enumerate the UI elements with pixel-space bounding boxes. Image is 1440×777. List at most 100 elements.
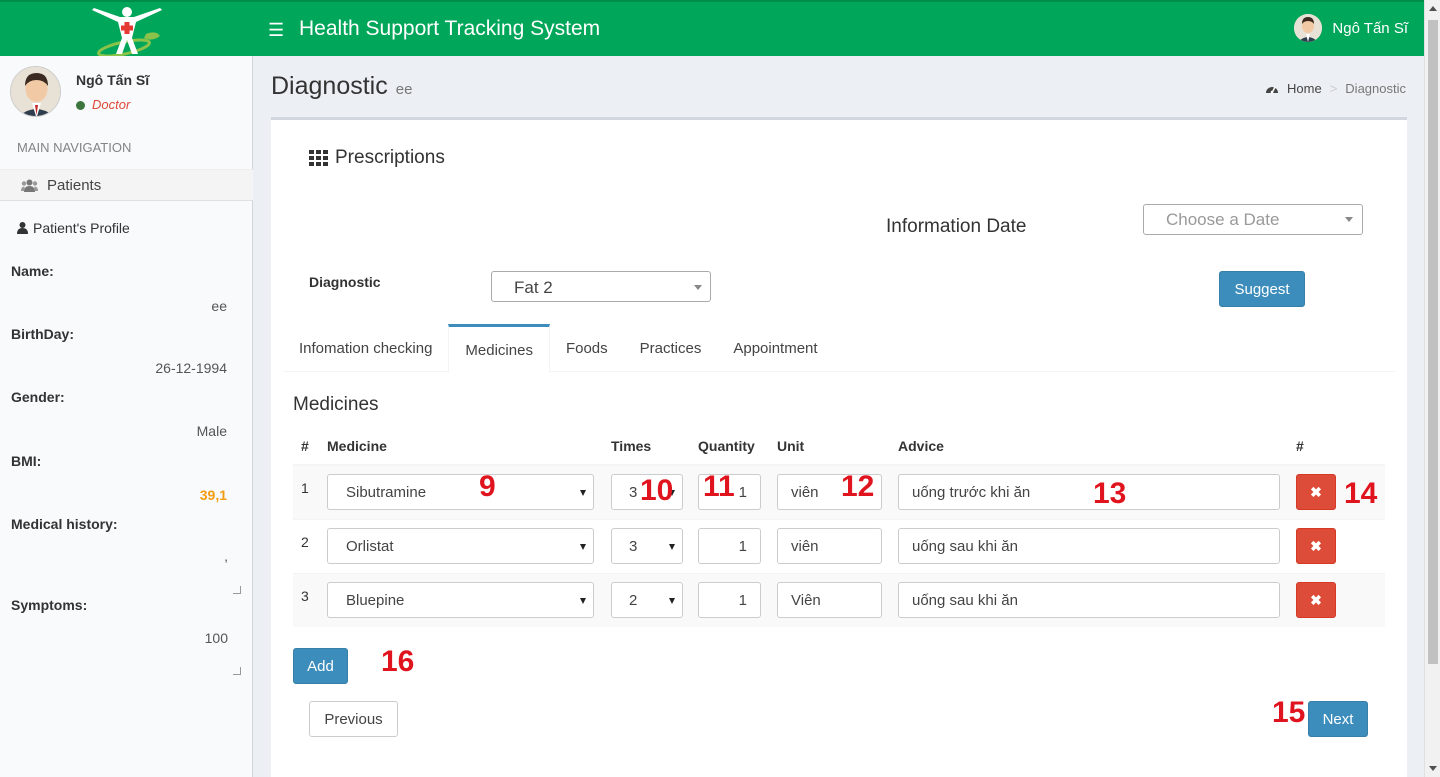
sidebar-item-label: Patients — [47, 176, 102, 194]
breadcrumb-separator: > — [1329, 81, 1338, 96]
add-medicine-button[interactable]: Add — [293, 648, 348, 684]
scroll-down-icon[interactable] — [1429, 766, 1437, 771]
page-scrollbar[interactable] — [1424, 0, 1440, 777]
medical-history-field[interactable]: , — [11, 548, 242, 588]
advice-field[interactable]: uống sau khi ăn — [898, 582, 1280, 619]
chevron-down-icon — [669, 544, 675, 550]
advice-value: uống trước khi ăn — [912, 483, 1031, 501]
section-title: Medicines — [293, 394, 379, 415]
chevron-down-icon — [580, 490, 586, 497]
annotation-marker: 13 — [1093, 477, 1127, 510]
name-value: ee — [211, 298, 227, 314]
delete-row-button[interactable]: ✖ — [1296, 474, 1336, 511]
gender-label: Gender: — [11, 389, 65, 405]
column-header-quantity: Quantity — [690, 428, 769, 466]
column-header-actions: # — [1288, 428, 1385, 466]
delete-row-button[interactable]: ✖ — [1296, 582, 1336, 619]
row-number: 1 — [293, 464, 319, 519]
quantity-field[interactable]: 1 — [698, 528, 761, 564]
unit-field[interactable]: Viên — [777, 582, 882, 619]
row-number: 3 — [293, 572, 319, 627]
quantity-field[interactable]: 1 — [698, 582, 761, 619]
suggest-button[interactable]: Suggest — [1219, 271, 1305, 307]
bmi-label: BMI: — [11, 453, 42, 469]
sidebar-user-name: Ngô Tấn Sĩ — [76, 72, 150, 88]
dashboard-icon — [1266, 86, 1279, 94]
table-header-row: # Medicine Times Quantity Unit Advice # — [293, 428, 1385, 466]
chevron-down-icon — [694, 285, 702, 290]
menu-toggle-icon[interactable]: ☰ — [268, 20, 284, 41]
page-title: Diagnostic ee — [271, 72, 412, 101]
sidebar-item-patients[interactable]: Patients — [0, 169, 253, 201]
scroll-thumb[interactable] — [1428, 20, 1438, 664]
unit-field[interactable]: viên — [777, 528, 882, 564]
user-role: Doctor — [76, 97, 130, 112]
times-select[interactable]: 2 — [611, 582, 683, 619]
gender-value: Male — [196, 423, 227, 439]
delete-row-button[interactable]: ✖ — [1296, 528, 1336, 564]
times-value: 3 — [629, 483, 638, 501]
table-row: 2 Orlistat 3 1 viên uống sau khi ăn ✖ — [293, 518, 1385, 573]
birthday-label: BirthDay: — [11, 326, 75, 342]
scroll-up-icon[interactable] — [1429, 6, 1437, 11]
advice-value: uống sau khi ăn — [912, 537, 1018, 555]
symptoms-label: Symptoms: — [11, 597, 88, 613]
times-value: 2 — [629, 591, 638, 609]
previous-button[interactable]: Previous — [309, 701, 398, 737]
close-icon: ✖ — [1310, 591, 1322, 608]
tab-foods[interactable]: Foods — [550, 324, 624, 372]
users-icon — [21, 179, 38, 192]
row-number: 2 — [293, 518, 319, 573]
quantity-value: 1 — [738, 591, 747, 609]
app-title: Health Support Tracking System — [299, 17, 601, 40]
health-logo-icon — [91, 7, 162, 56]
user-panel: Ngô Tấn Sĩ Doctor — [10, 66, 240, 121]
medicine-value: Orlistat — [346, 537, 394, 555]
chevron-down-icon — [580, 544, 586, 550]
medicine-value: Bluepine — [346, 591, 405, 609]
patient-profile-header: Patient's Profile — [17, 220, 130, 236]
breadcrumb-home-link[interactable]: Home — [1287, 81, 1322, 96]
table-row: 1 Sibutramine 3 1 viên uống trước khi ăn… — [293, 464, 1385, 519]
advice-field[interactable]: uống trước khi ăn — [898, 474, 1280, 511]
medicine-select[interactable]: Orlistat — [327, 528, 594, 564]
resize-grip-icon[interactable] — [233, 667, 241, 675]
date-picker-select[interactable]: Choose a Date — [1143, 204, 1363, 235]
medicine-select[interactable]: Bluepine — [327, 582, 594, 619]
annotation-marker: 15 — [1272, 696, 1306, 729]
avatar-icon — [1294, 14, 1323, 42]
online-status-icon — [76, 101, 85, 111]
app-logo[interactable] — [0, 2, 253, 58]
quantity-value: 1 — [738, 483, 747, 501]
tab-practices[interactable]: Practices — [624, 324, 718, 372]
chevron-down-icon — [580, 598, 586, 605]
symptoms-field[interactable]: 100 — [11, 630, 242, 670]
user-icon — [17, 222, 28, 234]
medicine-select[interactable]: Sibutramine — [327, 474, 594, 511]
column-header-advice: Advice — [890, 428, 1288, 466]
close-icon: ✖ — [1310, 483, 1322, 500]
user-menu[interactable]: Ngô Tấn Sĩ — [1294, 14, 1408, 42]
medicines-table: # Medicine Times Quantity Unit Advice # … — [293, 428, 1385, 627]
unit-value: viên — [791, 483, 819, 501]
annotation-marker: 10 — [640, 474, 674, 507]
resize-grip-icon[interactable] — [233, 586, 241, 594]
advice-field[interactable]: uống sau khi ăn — [898, 528, 1280, 564]
breadcrumb: Home > Diagnostic — [1265, 81, 1406, 96]
tab-bar: Infomation checking Medicines Foods Prac… — [283, 324, 1395, 373]
advice-value: uống sau khi ăn — [912, 591, 1018, 609]
diagnostic-select[interactable]: Fat 2 — [491, 271, 711, 302]
user-name: Ngô Tấn Sĩ — [1332, 19, 1408, 37]
tab-medicines[interactable]: Medicines — [448, 324, 550, 373]
tab-appointment[interactable]: Appointment — [717, 324, 833, 372]
next-button[interactable]: Next — [1308, 701, 1368, 737]
times-select[interactable]: 3 — [611, 528, 683, 564]
chevron-down-icon — [1345, 217, 1353, 222]
annotation-marker: 11 — [703, 470, 735, 503]
date-placeholder: Choose a Date — [1166, 210, 1280, 229]
tab-information-checking[interactable]: Infomation checking — [283, 324, 448, 372]
column-header-number: # — [293, 428, 319, 466]
medicine-value: Sibutramine — [346, 483, 427, 501]
unit-value: Viên — [791, 591, 821, 609]
medical-history-label: Medical history: — [11, 516, 118, 532]
